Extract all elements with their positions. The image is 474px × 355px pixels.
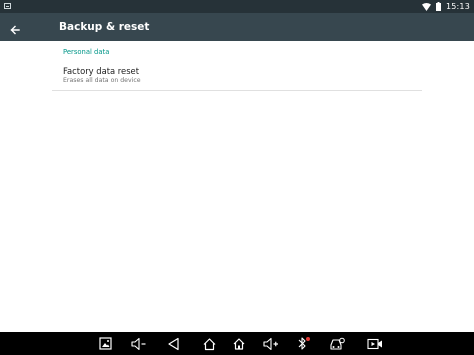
battery-icon <box>435 2 441 11</box>
section-header-personal-data: Personal data <box>63 48 110 56</box>
status-bar: 15:13 <box>0 0 474 13</box>
back-icon[interactable] <box>163 334 183 353</box>
navigation-bar <box>0 332 474 355</box>
arrow-back-icon[interactable] <box>9 21 21 35</box>
status-time: 15:13 <box>445 2 470 11</box>
page-title: Backup & reset <box>59 21 150 33</box>
volume-down-icon[interactable] <box>129 334 149 353</box>
settings-list: Personal data Factory data reset Erases … <box>0 41 474 332</box>
factory-data-reset-title: Factory data reset <box>63 66 139 76</box>
video-icon[interactable] <box>365 334 385 353</box>
status-icons: 15:13 <box>421 0 470 13</box>
home-icon[interactable] <box>199 334 219 353</box>
bluetooth-icon[interactable] <box>293 334 313 353</box>
screenshot-icon[interactable] <box>95 334 115 353</box>
factory-data-reset-summary: Erases all data on device <box>63 77 141 84</box>
wifi-icon <box>421 2 431 11</box>
screenshot-notification-icon <box>4 3 11 9</box>
car-mode-icon[interactable] <box>327 334 347 353</box>
action-bar: Backup & reset <box>0 13 474 41</box>
factory-data-reset-item[interactable]: Factory data reset Erases all data on de… <box>52 60 422 91</box>
volume-up-icon[interactable] <box>261 334 281 353</box>
home-indicator-icon[interactable] <box>229 334 249 353</box>
